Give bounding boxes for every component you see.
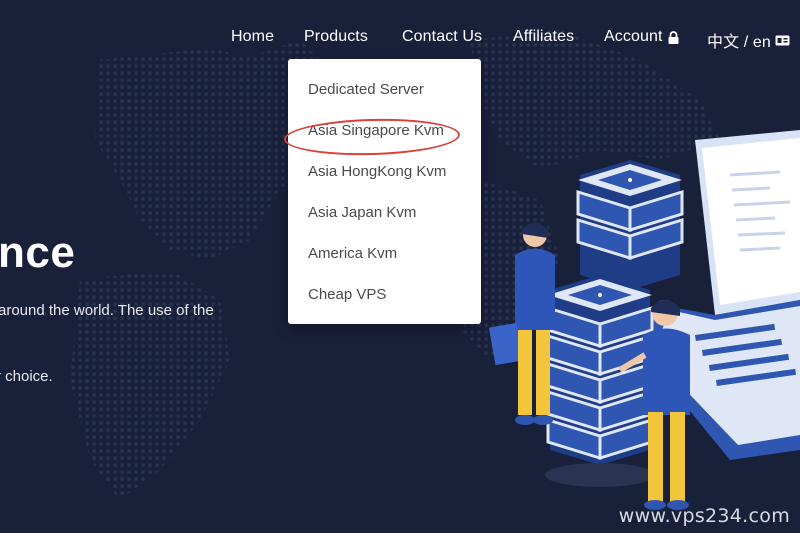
nav-account[interactable]: Account xyxy=(604,28,679,46)
hero-description-line1: around the world. The use of the xyxy=(0,302,214,319)
nav-products[interactable]: Products xyxy=(304,28,368,46)
nav-home[interactable]: Home xyxy=(231,28,274,46)
hero-title: nce xyxy=(0,228,76,277)
products-dropdown-menu: Dedicated Server Asia Singapore Kvm Asia… xyxy=(283,59,481,324)
server-stack-back xyxy=(576,160,684,290)
nav-contact-us[interactable]: Contact Us xyxy=(402,28,482,46)
hero-description-line2: r choice. xyxy=(0,368,53,385)
nav-language-label: 中文 / en xyxy=(707,34,771,51)
menu-item-asia-singapore-kvm[interactable]: Asia Singapore Kvm xyxy=(308,122,444,139)
page: Home Products Contact Us Affiliates Acco… xyxy=(0,0,800,533)
nav-language-switch[interactable]: 中文 / en xyxy=(707,28,790,52)
person-left-illustration xyxy=(488,222,555,425)
server-illustration xyxy=(488,130,800,510)
menu-item-dedicated-server[interactable]: Dedicated Server xyxy=(308,81,424,98)
menu-item-america-kvm[interactable]: America Kvm xyxy=(308,245,397,262)
menu-item-cheap-vps[interactable]: Cheap VPS xyxy=(308,286,386,303)
watermark-text: www.vps234.com xyxy=(618,505,790,527)
menu-item-asia-japan-kvm[interactable]: Asia Japan Kvm xyxy=(308,204,416,221)
nav-account-label: Account xyxy=(604,28,663,45)
server-stack-front xyxy=(545,275,655,487)
nav-affiliates[interactable]: Affiliates xyxy=(513,28,574,46)
language-card-icon xyxy=(775,35,790,45)
lock-icon xyxy=(668,30,679,44)
menu-item-asia-hongkong-kvm[interactable]: Asia HongKong Kvm xyxy=(308,163,446,180)
